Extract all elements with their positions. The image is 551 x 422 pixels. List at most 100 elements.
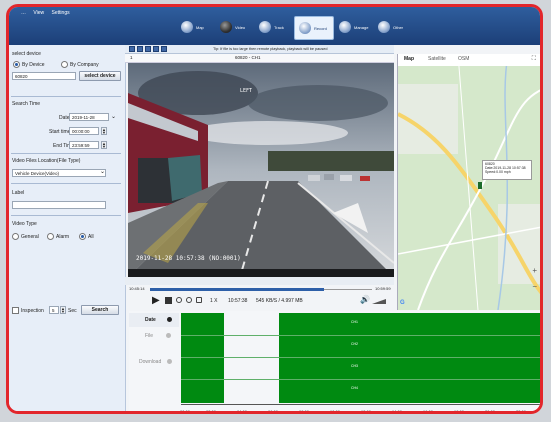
hour-label: 00:00 bbox=[180, 409, 191, 414]
timeline-axis bbox=[181, 404, 540, 405]
layout-1-icon[interactable] bbox=[129, 46, 135, 52]
type-alarm-radio[interactable]: Alarm bbox=[47, 233, 69, 240]
start-time-input[interactable]: 00:00:00 bbox=[69, 127, 99, 135]
osd-label: LEFT bbox=[240, 88, 253, 94]
inspection-unit: Sec bbox=[68, 308, 77, 314]
tab-map[interactable]: Map bbox=[404, 56, 414, 62]
video-player[interactable]: LEFT 2019-11-28 10:57:38 (NO:0001) bbox=[128, 63, 394, 277]
vehicle-info-popup: 60820 Date:2019-11-28 10:57:38 Speed:0.0… bbox=[482, 160, 532, 180]
timeline-recorded-segment[interactable] bbox=[181, 313, 224, 403]
by-company-radio[interactable]: By Company bbox=[61, 61, 99, 68]
search-time-title: Search Time bbox=[12, 101, 41, 107]
file-location-title: Video Files Location(File Type) bbox=[12, 158, 81, 164]
step-back-icon[interactable] bbox=[176, 297, 182, 303]
channel-label: CH2 bbox=[351, 342, 359, 346]
radio-icon bbox=[47, 233, 54, 240]
tab-osm[interactable]: OSM bbox=[458, 56, 469, 62]
step-forward-icon[interactable] bbox=[186, 297, 192, 303]
inspection-interval-input[interactable]: 5 bbox=[49, 306, 59, 314]
info-icon bbox=[166, 359, 172, 365]
nav-manage-button[interactable]: Manage bbox=[335, 16, 373, 38]
label-input[interactable] bbox=[12, 201, 106, 209]
divider bbox=[11, 96, 121, 97]
search-button[interactable]: Search bbox=[81, 305, 119, 315]
other-icon bbox=[378, 21, 390, 33]
checkbox-icon bbox=[12, 307, 19, 314]
dashcam-frame bbox=[128, 63, 394, 277]
channel-label: CH1 bbox=[351, 320, 359, 324]
camera-icon bbox=[220, 21, 232, 33]
stream-size: 545 KB/S / 4.997 MB bbox=[256, 298, 303, 304]
chevron-down-icon[interactable]: ⌄ bbox=[100, 168, 105, 175]
timeline-recorded-segment[interactable] bbox=[279, 313, 540, 403]
select-device-title: select device bbox=[12, 51, 41, 57]
hour-label: 12:00 bbox=[361, 409, 372, 414]
nav-video-button[interactable]: Video bbox=[216, 16, 254, 38]
date-input[interactable]: 2019-11-28 bbox=[69, 113, 109, 121]
chevron-down-icon[interactable]: ⌄ bbox=[111, 113, 116, 120]
timeline-date-row[interactable]: Date bbox=[129, 313, 179, 327]
hour-label: 10:00 bbox=[330, 409, 341, 414]
nav-map-button[interactable]: Map bbox=[177, 16, 215, 38]
end-time-input[interactable]: 23:59:59 bbox=[69, 141, 99, 149]
nav-track-button[interactable]: Track bbox=[255, 16, 293, 38]
layout-9-icon[interactable] bbox=[145, 46, 151, 52]
hour-label: 04:00 bbox=[237, 409, 248, 414]
video-status-strip bbox=[125, 277, 394, 285]
map-type-tabs: Map Satellite OSM ⛶ bbox=[398, 54, 540, 66]
app-window: … View Settings Map Video Track Record M… bbox=[6, 4, 543, 414]
menu-bar: … View Settings bbox=[21, 10, 76, 16]
menu-view[interactable]: View bbox=[33, 10, 44, 16]
current-time: 10:57:38 bbox=[228, 298, 248, 304]
menu-settings[interactable]: Settings bbox=[52, 10, 70, 16]
fullscreen-icon[interactable] bbox=[161, 46, 167, 52]
by-device-radio[interactable]: By Device bbox=[13, 61, 45, 68]
layout-4-icon[interactable] bbox=[137, 46, 143, 52]
record-timeline: Date File Download CH1 CH2 CH3 CH4 00:00… bbox=[129, 311, 540, 411]
snapshot-icon[interactable] bbox=[196, 297, 202, 303]
tab-satellite[interactable]: Satellite bbox=[428, 56, 446, 62]
progress-start-time: 10:45:14 bbox=[129, 286, 145, 291]
nav-record-button[interactable]: Record bbox=[294, 16, 334, 40]
map-canvas bbox=[398, 54, 540, 310]
layout-16-icon[interactable] bbox=[153, 46, 159, 52]
timeline-download-row[interactable]: Download bbox=[129, 355, 179, 369]
globe-icon bbox=[181, 21, 193, 33]
hour-label: 06:00 bbox=[268, 409, 279, 414]
start-time-label: Start time bbox=[49, 129, 71, 135]
zoom-out-icon[interactable]: − bbox=[532, 282, 537, 291]
zoom-in-icon[interactable]: + bbox=[532, 266, 537, 275]
playback-tip: Tip: If file is too large then remote pl… bbox=[213, 47, 328, 51]
fullscreen-icon[interactable]: ⛶ bbox=[532, 56, 536, 63]
playback-progress[interactable]: 10:45:14 10:59:59 bbox=[128, 285, 394, 293]
start-time-stepper[interactable]: ▲ ▼ bbox=[101, 127, 107, 135]
track-icon bbox=[259, 21, 271, 33]
inspection-checkbox[interactable]: Inspection bbox=[12, 307, 44, 314]
play-icon[interactable]: ▶ bbox=[152, 295, 160, 306]
volume-icon[interactable]: 🔊 bbox=[360, 295, 370, 304]
type-all-radio[interactable]: All bbox=[79, 233, 94, 240]
hour-label: 22:00 bbox=[516, 409, 527, 414]
select-device-button[interactable]: select device bbox=[79, 71, 121, 81]
map-panel[interactable]: Map Satellite OSM ⛶ 60820 Date:2019-11-2… bbox=[397, 54, 540, 310]
inspection-stepper[interactable]: ▲ ▼ bbox=[60, 306, 66, 314]
menu-item[interactable]: … bbox=[21, 10, 26, 16]
layout-toolbar: Tip: If file is too large then remote pl… bbox=[125, 45, 394, 54]
video-type-title: Video Type bbox=[12, 221, 37, 227]
channel-label: CH3 bbox=[351, 364, 359, 368]
device-input[interactable]: 60820 bbox=[12, 72, 76, 80]
channel-label: CH4 bbox=[351, 386, 359, 390]
end-time-stepper[interactable]: ▲ ▼ bbox=[101, 141, 107, 149]
timeline-file-row[interactable]: File bbox=[129, 329, 179, 343]
info-icon bbox=[166, 333, 172, 339]
type-general-radio[interactable]: General bbox=[12, 233, 39, 240]
volume-slider[interactable] bbox=[372, 299, 386, 304]
file-location-select[interactable]: Vehicle Device(Video) bbox=[12, 169, 106, 177]
progress-end-time: 10:59:59 bbox=[375, 286, 391, 291]
nav-other-button[interactable]: Other bbox=[374, 16, 412, 38]
video-header: 1 60820 - CH1 bbox=[125, 54, 394, 63]
stop-icon[interactable] bbox=[165, 297, 172, 304]
manage-icon bbox=[339, 21, 351, 33]
playback-speed[interactable]: 1 X bbox=[210, 298, 218, 304]
search-panel: select device By Device By Company 60820… bbox=[9, 45, 126, 411]
